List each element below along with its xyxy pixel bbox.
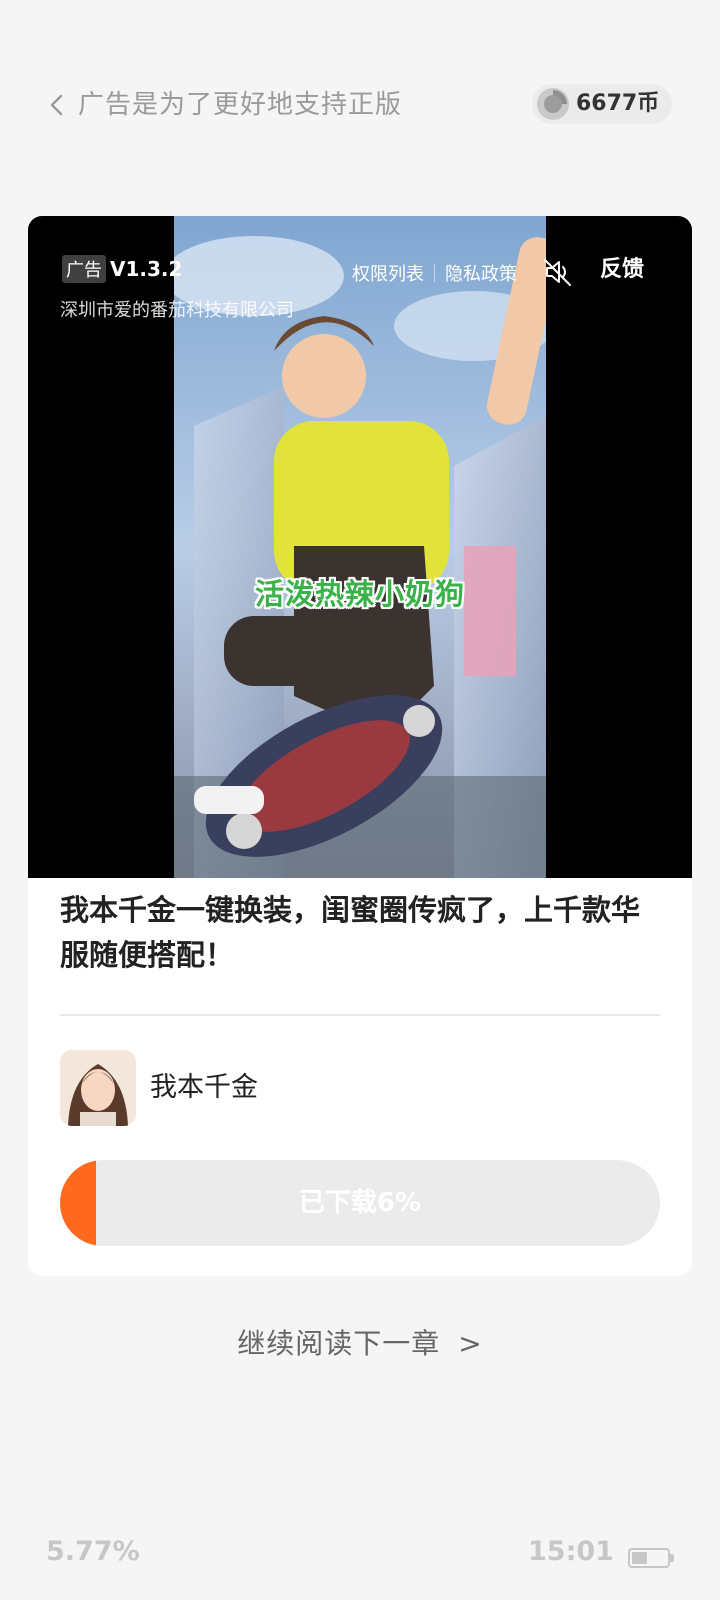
app-icon[interactable]: [60, 1050, 136, 1126]
battery-nub: [670, 1554, 674, 1562]
ad-video[interactable]: 广告 V1.3.2 深圳市爱的番茄科技有限公司 权限列表 隐私政策 反馈 活泼热…: [28, 216, 692, 878]
next-chapter-button[interactable]: 继续阅读下一章 >: [0, 1322, 720, 1362]
divider: [60, 1014, 660, 1016]
next-chapter-label: 继续阅读下一章: [237, 1327, 441, 1360]
permissions-link[interactable]: 权限列表: [352, 260, 424, 286]
chevron-left-icon[interactable]: [44, 92, 70, 118]
app-name[interactable]: 我本千金: [150, 1066, 258, 1110]
ad-description[interactable]: 我本千金一键换装，闺蜜圈传疯了，上千款华服随便搭配！: [60, 882, 660, 978]
battery-fill: [632, 1552, 648, 1564]
reading-progress: 5.77%: [46, 1536, 140, 1567]
ad-links: 权限列表 隐私政策: [352, 258, 517, 288]
battery-icon: [628, 1548, 674, 1568]
advertiser-name: 深圳市爱的番茄科技有限公司: [60, 300, 294, 321]
link-separator: [434, 264, 435, 282]
coin-balance[interactable]: 6677币: [532, 84, 672, 124]
feedback-button[interactable]: 反馈: [600, 254, 644, 286]
header: 广告是为了更好地支持正版 6677币: [0, 70, 720, 140]
next-chapter-arrow: >: [458, 1327, 483, 1360]
download-progress-label: 已下载6%: [298, 1188, 422, 1218]
ad-version: V1.3.2: [110, 257, 183, 281]
speaker-muted-icon[interactable]: [542, 256, 574, 288]
download-progress-button[interactable]: 已下载6%: [60, 1160, 660, 1246]
clock: 15:01: [528, 1536, 614, 1567]
header-title: 广告是为了更好地支持正版: [78, 90, 403, 120]
coin-count: 6677币: [576, 91, 660, 116]
ad-tag: 广告: [62, 255, 106, 283]
video-caption: 活泼热辣小奶狗: [254, 577, 465, 611]
ad-badge: 广告 V1.3.2: [62, 254, 182, 284]
ad-card[interactable]: 广告 V1.3.2 深圳市爱的番茄科技有限公司 权限列表 隐私政策 反馈 活泼热…: [28, 216, 692, 1276]
coin-icon: [537, 88, 569, 120]
privacy-policy-link[interactable]: 隐私政策: [445, 260, 517, 286]
